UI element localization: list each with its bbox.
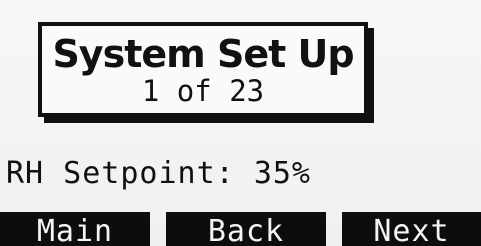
next-button[interactable]: Next xyxy=(342,212,481,246)
rh-setpoint-label: RH Setpoint: xyxy=(6,156,235,191)
rh-setpoint-value[interactable]: 35% xyxy=(254,156,311,191)
softkey-bar: Main Back Next xyxy=(0,210,481,246)
lcd-screen: System Set Up 1 of 23 RH Setpoint: 35% M… xyxy=(0,0,481,246)
back-button[interactable]: Back xyxy=(166,212,326,246)
menu-title: System Set Up xyxy=(52,32,354,76)
page-indicator: 1 of 23 xyxy=(141,74,265,108)
title-box: System Set Up 1 of 23 xyxy=(38,22,368,117)
main-button[interactable]: Main xyxy=(0,212,150,246)
rh-setpoint-row[interactable]: RH Setpoint: 35% xyxy=(6,156,311,192)
